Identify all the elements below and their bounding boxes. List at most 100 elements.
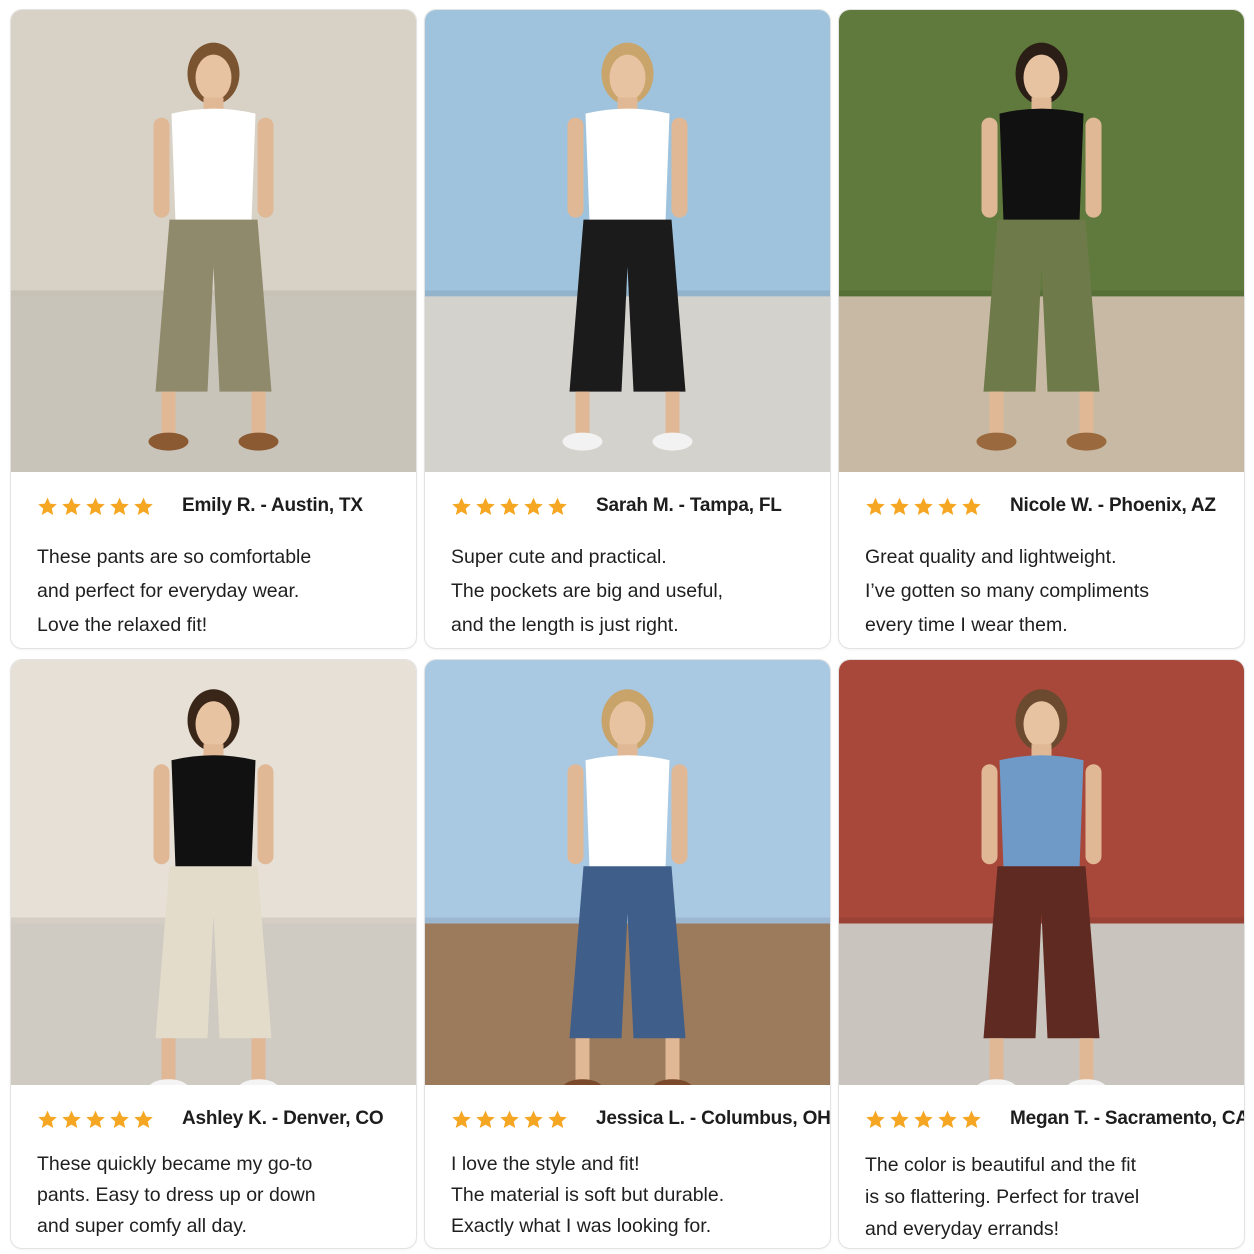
review-card: Nicole W. - Phoenix, AZ Great quality an…: [838, 9, 1245, 649]
right-arm: [671, 117, 688, 218]
star-icon: [524, 1110, 543, 1128]
right-shoe: [238, 432, 279, 451]
review-card: Sarah M. - Tampa, FL Super cute and prac…: [424, 9, 831, 649]
ground: [11, 923, 416, 1085]
review-line: These pants are so comfortable: [37, 546, 312, 568]
photo-illustration: [11, 10, 416, 472]
review-text: Super cute and practical. The pockets ar…: [451, 540, 804, 642]
reviewer-name: Megan T. - Sacramento, CA: [1010, 1108, 1245, 1129]
review-line: I’ve gotten so many compliments: [865, 580, 1149, 602]
right-arm: [671, 764, 688, 865]
review-line: The pockets are big and useful,: [451, 580, 724, 602]
top-garment: [585, 108, 670, 222]
photo-illustration: [425, 660, 830, 1085]
star-icon: [548, 1110, 567, 1128]
star-icon: [524, 497, 543, 515]
review-card: Jessica L. - Columbus, OH I love the sty…: [424, 659, 831, 1249]
ground-edge: [839, 290, 1244, 297]
star-icon: [110, 1110, 129, 1128]
right-arm: [257, 764, 274, 865]
left-arm: [567, 117, 584, 218]
review-line: and everyday errands!: [865, 1218, 1060, 1240]
star-rating: [37, 1109, 154, 1130]
photo-illustration: [839, 660, 1244, 1085]
left-arm: [153, 764, 170, 865]
left-calf: [575, 1038, 590, 1085]
star-icon: [452, 1110, 471, 1128]
star-icon: [962, 1110, 981, 1128]
right-shoe: [652, 432, 693, 451]
right-calf: [1079, 1038, 1094, 1085]
photo-illustration: [839, 10, 1244, 472]
photo-illustration: [425, 10, 830, 472]
ground-edge: [11, 917, 416, 924]
review-text: These pants are so comfortable and perfe…: [37, 540, 390, 642]
face: [1023, 54, 1060, 101]
star-icon: [476, 497, 495, 515]
product-photo: [839, 660, 1244, 1085]
star-icon: [866, 497, 885, 515]
review-text: These quickly became my go-to pants. Eas…: [37, 1149, 390, 1242]
ground-edge: [11, 290, 416, 297]
reviewer-name: Emily R. - Austin, TX: [182, 495, 363, 516]
photo-illustration: [11, 660, 416, 1085]
review-card: Megan T. - Sacramento, CA The color is b…: [838, 659, 1245, 1249]
star-icon: [548, 497, 567, 515]
star-icon: [890, 497, 909, 515]
star-icon: [110, 497, 129, 515]
star-icon: [890, 1110, 909, 1128]
face: [609, 54, 646, 101]
product-photo: [839, 10, 1244, 472]
star-icon: [938, 497, 957, 515]
left-calf: [989, 1038, 1004, 1085]
face: [1023, 701, 1060, 748]
review-line: is so flattering. Perfect for travel: [865, 1186, 1140, 1208]
ground: [839, 296, 1244, 472]
ground-edge: [839, 917, 1244, 924]
star-icon: [938, 1110, 957, 1128]
reviewer-name: Ashley K. - Denver, CO: [182, 1108, 384, 1129]
review-body: Sarah M. - Tampa, FL Super cute and prac…: [425, 472, 830, 648]
review-line: The material is soft but durable.: [451, 1184, 725, 1206]
review-text: Great quality and lightweight. I’ve gott…: [865, 540, 1218, 642]
star-icon: [62, 497, 81, 515]
star-icon: [914, 497, 933, 515]
left-shoe: [562, 432, 603, 451]
ground: [425, 923, 830, 1085]
review-line: and super comfy all day.: [37, 1215, 247, 1237]
star-icon: [500, 497, 519, 515]
ground: [839, 923, 1244, 1085]
review-body: Jessica L. - Columbus, OH I love the sty…: [425, 1085, 830, 1248]
left-arm: [153, 117, 170, 218]
star-rating: [865, 496, 982, 517]
product-photo: [425, 10, 830, 472]
review-body: Emily R. - Austin, TX These pants are so…: [11, 472, 416, 648]
face: [609, 701, 646, 748]
review-card: Emily R. - Austin, TX These pants are so…: [10, 9, 417, 649]
ground: [425, 296, 830, 472]
star-icon: [134, 1110, 153, 1128]
right-calf: [665, 391, 680, 438]
star-icon: [476, 1110, 495, 1128]
review-card: Ashley K. - Denver, CO These quickly bec…: [10, 659, 417, 1249]
right-arm: [1085, 117, 1102, 218]
ground-edge: [425, 917, 830, 924]
right-calf: [1079, 391, 1094, 438]
left-shoe: [148, 432, 189, 451]
top-garment: [999, 755, 1084, 869]
left-arm: [981, 117, 998, 218]
star-icon: [134, 497, 153, 515]
face: [195, 54, 232, 101]
review-body: Ashley K. - Denver, CO These quickly bec…: [11, 1085, 416, 1248]
right-arm: [257, 117, 274, 218]
right-calf: [251, 1038, 266, 1085]
review-line: I love the style and fit!: [451, 1153, 640, 1175]
star-rating: [37, 496, 154, 517]
star-icon: [452, 497, 471, 515]
star-icon: [962, 497, 981, 515]
review-line: Super cute and practical.: [451, 546, 667, 568]
product-photo: [11, 660, 416, 1085]
top-garment: [585, 755, 670, 869]
review-line: These quickly became my go-to: [37, 1153, 313, 1175]
top-garment: [171, 108, 256, 222]
